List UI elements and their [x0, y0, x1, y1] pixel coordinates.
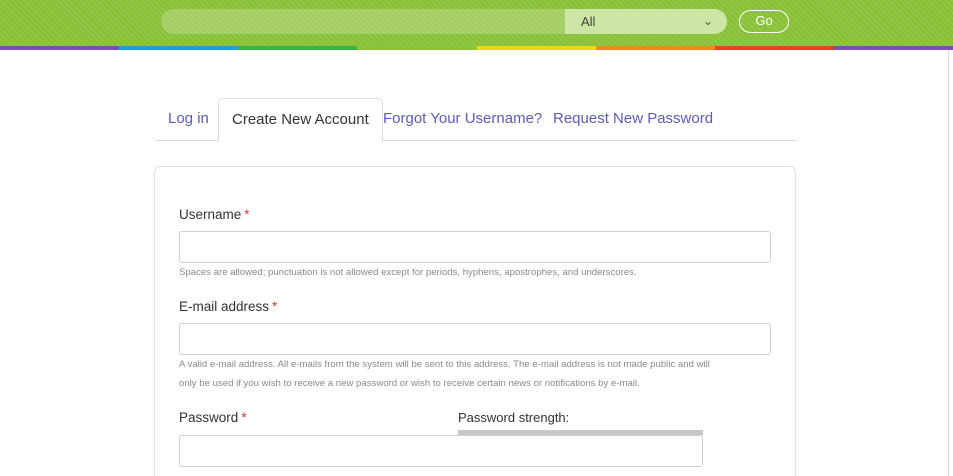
tab-create-new-account[interactable]: Create New Account	[218, 98, 383, 142]
tab-forgot-username[interactable]: Forgot Your Username?	[370, 98, 555, 141]
color-strip-segment	[357, 46, 477, 50]
required-marker: *	[244, 207, 250, 222]
email-label: E-mail address *	[179, 299, 277, 314]
color-strip-segment	[0, 46, 120, 50]
required-marker: *	[241, 410, 247, 425]
username-label-text: Username	[179, 207, 242, 222]
search-input[interactable]	[161, 9, 565, 34]
required-marker: *	[272, 299, 278, 314]
password-label: Password *	[179, 410, 247, 425]
color-strip-segment	[714, 46, 834, 50]
color-strip-segment	[119, 46, 239, 50]
password-label-text: Password	[179, 410, 239, 425]
color-strip-segment	[238, 46, 358, 50]
tab-request-new-password[interactable]: Request New Password	[540, 98, 726, 141]
color-strip-segment	[595, 46, 715, 50]
search-scope-select[interactable]: All ⌄	[565, 9, 727, 34]
email-field[interactable]	[179, 323, 771, 355]
site-header: All ⌄ Go	[0, 0, 953, 46]
color-strip-segment	[476, 46, 596, 50]
page-edge-divider	[948, 50, 949, 476]
username-field[interactable]	[179, 231, 771, 263]
chevron-down-icon: ⌄	[702, 14, 713, 28]
color-strip-segment	[833, 46, 953, 50]
go-button[interactable]: Go	[739, 10, 789, 33]
email-description-line-2: only be used if you wish to receive a ne…	[179, 378, 640, 389]
username-description: Spaces are allowed; punctuation is not a…	[179, 267, 637, 278]
password-field[interactable]	[179, 435, 703, 467]
tab-log-in[interactable]: Log in	[155, 98, 222, 141]
password-strength-label: Password strength:	[458, 410, 570, 425]
email-label-text: E-mail address	[179, 299, 270, 314]
username-label: Username *	[179, 207, 250, 222]
search-scope-value: All	[581, 14, 596, 29]
account-tabs: Log in Create New Account Forgot Your Us…	[155, 98, 796, 142]
email-description-line-1: A valid e-mail address. All e-mails from…	[179, 359, 710, 370]
color-strip	[0, 46, 953, 50]
